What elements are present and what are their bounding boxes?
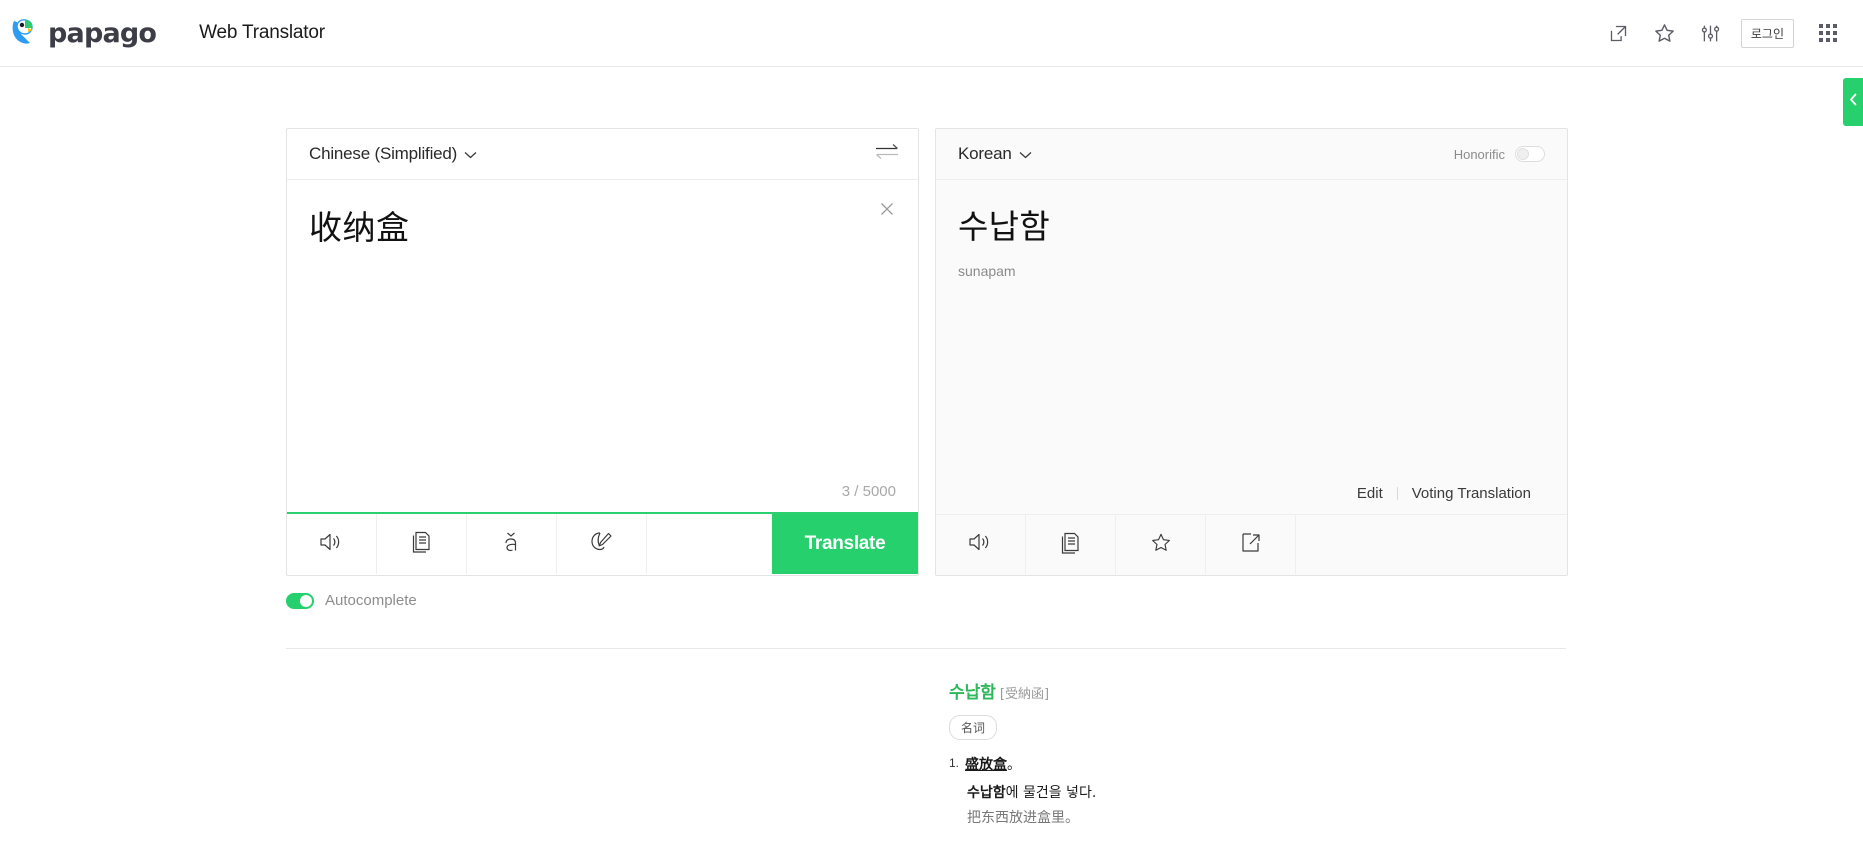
target-listen-button[interactable] — [936, 515, 1026, 574]
dictionary-section: 수납함 [受納函] 名词 1. 盛放盒。 수납함에 물건을 넣다. 把东西放进盒里… — [949, 678, 1649, 827]
source-language-selector[interactable]: Chinese (Simplified) — [309, 144, 477, 164]
example-chinese[interactable]: 把东西放进盒里。 — [967, 807, 1649, 827]
target-language-label: Korean — [958, 144, 1012, 163]
source-text[interactable]: 收纳盒 — [309, 206, 896, 251]
autocomplete-toggle[interactable] — [286, 592, 314, 609]
source-language-label: Chinese (Simplified) — [309, 144, 458, 163]
favorite-star-icon — [1149, 531, 1173, 559]
clear-source-button[interactable] — [876, 200, 898, 222]
dictionary-example: 수납함에 물건을 넣다. 把东西放进盒里。 — [967, 782, 1649, 827]
close-icon — [879, 201, 895, 222]
target-actions: Edit Voting Translation — [1343, 485, 1545, 502]
share-external-icon[interactable] — [1596, 10, 1642, 56]
source-copy-button[interactable] — [377, 514, 467, 574]
sense-definition-punct: 。 — [1007, 757, 1022, 773]
source-toolbar: Translate — [287, 514, 918, 574]
apps-grid-icon[interactable] — [1805, 10, 1851, 56]
part-of-speech-tag: 名词 — [949, 715, 998, 740]
header-actions: 로그인 — [1596, 10, 1863, 56]
target-panel-header: Korean Honorific — [936, 129, 1567, 180]
sense-number: 1. — [949, 756, 960, 770]
chevron-down-icon — [464, 144, 477, 164]
papago-parrot-logo-icon — [8, 16, 42, 50]
sense-definition: 盛放盒。 — [965, 757, 1021, 773]
voting-translation-link[interactable]: Voting Translation — [1398, 485, 1545, 502]
honorific-toggle-knob — [1517, 148, 1529, 160]
listen-icon — [968, 531, 993, 558]
login-button[interactable]: 로그인 — [1740, 18, 1794, 48]
expand-panel-tab[interactable] — [1843, 78, 1863, 126]
example-korean-rest: 에 물건을 넣다. — [1005, 785, 1097, 801]
source-panel: Chinese (Simplified) 收纳盒 3 / 5000 Transl… — [286, 128, 919, 576]
source-pinyin-button[interactable] — [467, 514, 557, 574]
dictionary-headword[interactable]: 수납함 — [949, 683, 996, 703]
dictionary-hanja: [受納函] — [999, 687, 1050, 702]
target-share-button[interactable] — [1206, 515, 1296, 574]
logo-wordmark: papago — [48, 17, 157, 49]
target-toolbar — [936, 514, 1567, 574]
star-icon[interactable] — [1642, 10, 1688, 56]
translated-text: 수납함 — [958, 207, 1050, 246]
target-text-area: 수납함 sunapam Edit Voting Translation — [936, 180, 1567, 514]
source-handwriting-button[interactable] — [557, 514, 647, 574]
example-korean: 수납함에 물건을 넣다. — [967, 782, 1649, 802]
example-korean-headword: 수납함 — [967, 785, 1006, 801]
page-title: Web Translator — [199, 22, 325, 43]
target-panel: Korean Honorific 수납함 sunapam Edit Voting… — [935, 128, 1568, 576]
dictionary-headword-row: 수납함 [受納函] — [949, 678, 1649, 703]
sense-definition-text[interactable]: 盛放盒 — [965, 757, 1007, 773]
autocomplete-label: Autocomplete — [325, 592, 417, 609]
character-counter: 3 / 5000 — [841, 483, 896, 500]
copy-icon — [411, 530, 433, 558]
target-language-selector[interactable]: Korean — [958, 144, 1032, 164]
sliders-settings-icon[interactable] — [1688, 10, 1734, 56]
share-icon — [1240, 531, 1262, 559]
handwriting-icon — [589, 530, 614, 559]
romanization-text: sunapam — [958, 262, 1016, 279]
swap-languages-icon — [875, 143, 899, 165]
target-copy-button[interactable] — [1026, 515, 1116, 574]
autocomplete-row[interactable]: Autocomplete — [286, 592, 417, 609]
source-listen-button[interactable] — [287, 514, 377, 574]
honorific-label: Honorific — [1453, 146, 1505, 162]
target-toolbar-spacer — [1296, 515, 1567, 574]
chevron-down-icon — [1019, 144, 1032, 164]
copy-icon — [1060, 531, 1082, 559]
autocomplete-toggle-knob — [300, 594, 312, 607]
source-panel-header: Chinese (Simplified) — [287, 129, 918, 180]
app-header: papago Web Translator 로그인 — [0, 0, 1863, 67]
section-divider — [286, 648, 1566, 649]
dictionary-sense: 1. 盛放盒。 — [949, 754, 1649, 774]
brand-logo[interactable]: papago — [8, 16, 157, 50]
chevron-left-icon — [1849, 93, 1858, 111]
edit-link[interactable]: Edit — [1343, 485, 1397, 502]
honorific-toggle[interactable] — [1515, 146, 1545, 162]
source-toolbar-spacer — [647, 514, 772, 574]
pinyin-icon — [501, 530, 523, 559]
source-text-area[interactable]: 收纳盒 3 / 5000 — [287, 180, 918, 514]
honorific-control[interactable]: Honorific — [1454, 146, 1545, 162]
listen-icon — [319, 531, 344, 558]
target-favorite-button[interactable] — [1116, 515, 1206, 574]
translate-button[interactable]: Translate — [772, 514, 918, 574]
swap-languages-button[interactable] — [872, 139, 902, 169]
